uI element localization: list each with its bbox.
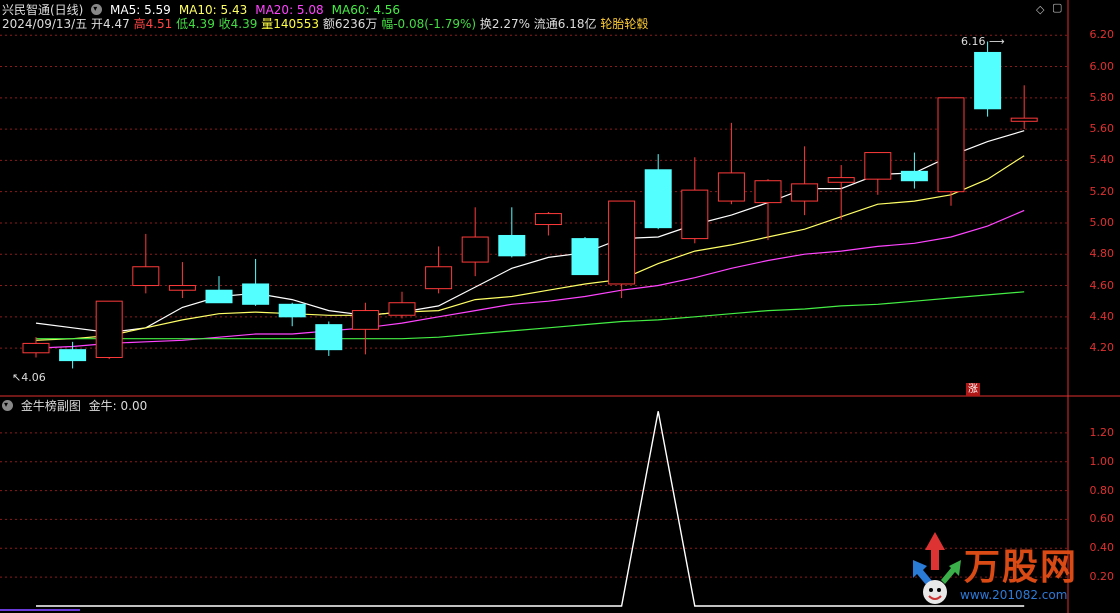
candle-body	[937, 97, 965, 193]
candle-body	[59, 349, 87, 362]
ma-legend: MA5: 5.59 MA10: 5.43 MA20: 5.08 MA60: 4.56	[110, 3, 408, 17]
candle-body	[95, 300, 123, 358]
candle-body	[205, 289, 233, 304]
candle-body	[1010, 117, 1038, 122]
stock-title[interactable]: 兴民智通(日线)	[2, 3, 83, 17]
candle-body	[791, 183, 819, 202]
candle-body	[461, 236, 489, 263]
candle-body	[681, 189, 709, 240]
indicator-tick-label: 1.20	[1089, 425, 1115, 439]
collapse-icon[interactable]: ◇	[1036, 3, 1044, 16]
quote-field: 量140553	[261, 17, 323, 31]
quote-line: 2024/09/13/五 开4.47 高4.51 低4.39 收4.39 量14…	[2, 17, 648, 31]
indicator-tick-label: 0.80	[1089, 483, 1115, 497]
ma-line-ma60	[36, 291, 1025, 340]
quote-field: 换2.27% 流通6.18亿	[479, 17, 601, 31]
ma-line-ma10	[35, 155, 1025, 341]
quote-field: 低4.39	[176, 17, 219, 31]
quote-field: 高4.51	[133, 17, 177, 31]
kline-chart[interactable]	[0, 0, 1120, 613]
indicator-tick-label: 0.40	[1089, 541, 1115, 555]
price-tick-label: 4.40	[1089, 309, 1115, 323]
price-tick-label: 5.20	[1089, 184, 1115, 198]
candle-body	[754, 180, 782, 204]
price-tick-label: 5.00	[1089, 215, 1115, 229]
candle-body	[278, 303, 306, 318]
candle-body	[242, 283, 270, 305]
quote-field: 幅-0.08(-1.79%)	[381, 17, 480, 31]
indicator-name[interactable]: 金牛榜副图	[21, 399, 81, 413]
ma-label: MA20: 5.08	[255, 3, 324, 17]
brand-logo-icon	[913, 532, 961, 604]
price-tick-label: 4.60	[1089, 278, 1115, 292]
candle-body	[827, 177, 855, 183]
sub-header: ▾ 金牛榜副图 金牛: 0.00	[2, 399, 147, 413]
candle-body	[974, 51, 1002, 110]
rise-badge: 涨	[966, 383, 980, 396]
settings-icon[interactable]: ▾	[91, 4, 103, 15]
price-tick-label: 6.00	[1089, 59, 1115, 73]
ma-line-ma20	[35, 209, 1025, 349]
brand-url: www.201082.com	[960, 588, 1068, 602]
quote-field: 2024/09/13/五 开4.47	[2, 17, 134, 31]
candle-body	[388, 302, 416, 316]
candle-body	[900, 170, 928, 182]
price-tick-label: 5.60	[1089, 122, 1115, 136]
sub-settings-icon[interactable]: ▾	[2, 400, 13, 411]
indicator-value: 金牛: 0.00	[88, 399, 148, 413]
candle-body	[132, 266, 160, 287]
candlesticks	[22, 41, 1038, 369]
indicator-tick-label: 1.00	[1089, 454, 1115, 468]
candle-body	[498, 234, 526, 257]
candle-body	[168, 285, 196, 291]
high-price-label: 6.16 ⟶	[961, 35, 1005, 48]
candle-body	[864, 152, 892, 180]
price-grid	[0, 34, 1068, 578]
ma-label: MA10: 5.43	[178, 3, 248, 17]
low-price-label: ↖4.06	[12, 371, 46, 384]
indicator-tick-label: 0.60	[1089, 512, 1115, 526]
price-tick-label: 4.80	[1089, 247, 1115, 261]
candle-body	[571, 238, 599, 276]
price-tick-label: 4.20	[1089, 341, 1115, 355]
quote-field: 额6236万	[322, 17, 382, 31]
candle-body	[534, 213, 562, 226]
candle-body	[315, 324, 343, 351]
indicator-tick-label: 0.20	[1089, 570, 1115, 584]
candle-body	[717, 172, 745, 202]
candle-body	[425, 266, 453, 290]
candle-body	[644, 169, 672, 229]
brand-name: 万股网	[964, 547, 1079, 588]
candle-body	[22, 342, 50, 354]
price-tick-label: 6.20	[1089, 28, 1115, 42]
quote-field: 收4.39	[218, 17, 262, 31]
price-tick-label: 5.40	[1089, 153, 1115, 167]
menu-icon[interactable]: ▢	[1052, 1, 1062, 14]
chart-frame	[0, 0, 1120, 613]
quote-field: 轮胎轮毂	[600, 17, 649, 31]
candle-body	[608, 200, 636, 285]
ma-label: MA5: 5.59	[110, 3, 171, 17]
candle-body	[351, 310, 379, 330]
main-header: 兴民智通(日线) ▾ MA5: 5.59 MA10: 5.43 MA20: 5.08…	[2, 3, 408, 17]
ma-label: MA60: 4.56	[331, 3, 401, 17]
price-tick-label: 5.80	[1089, 90, 1115, 104]
